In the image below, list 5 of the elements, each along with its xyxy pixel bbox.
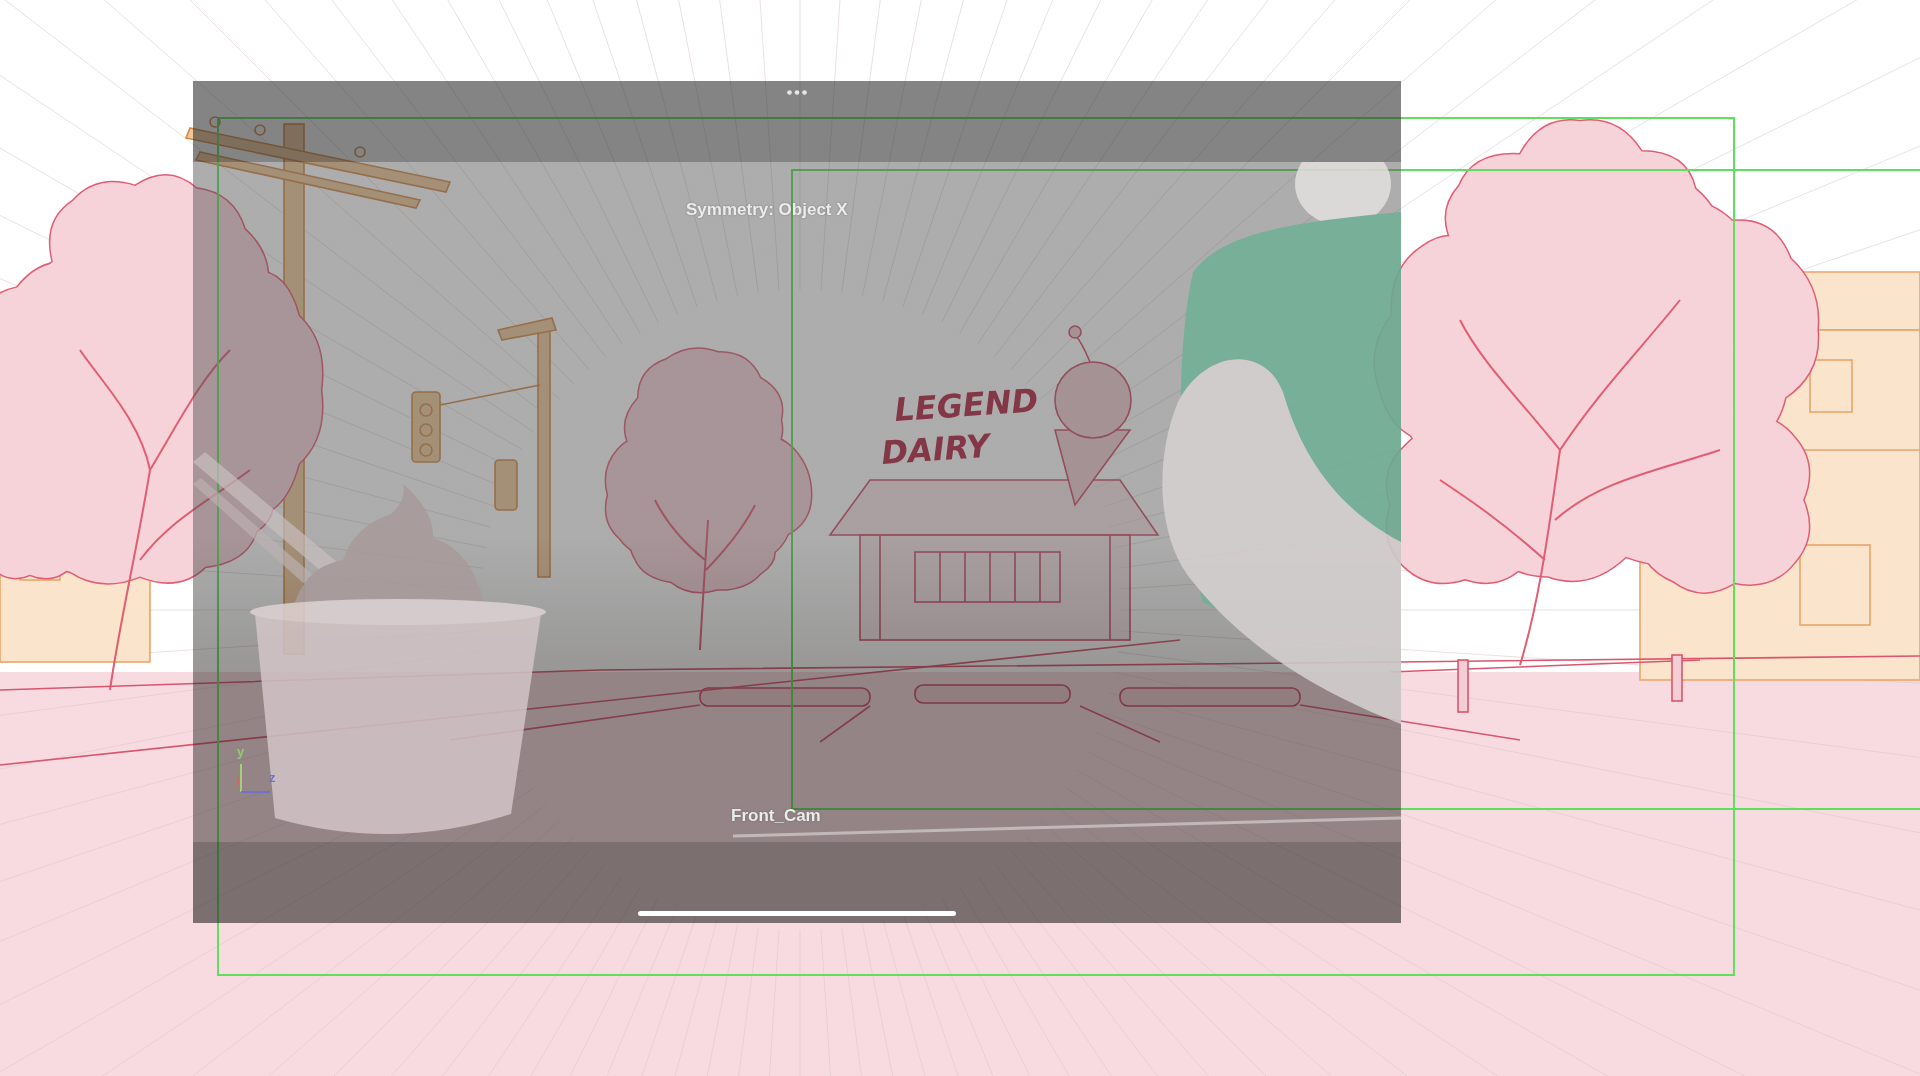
camera-label: Front_Cam xyxy=(731,806,821,826)
axis-label: y xyxy=(237,744,245,759)
axis-gizmo-icon xyxy=(237,762,271,794)
more-icon[interactable] xyxy=(787,90,807,95)
axis-label: z xyxy=(269,770,276,785)
